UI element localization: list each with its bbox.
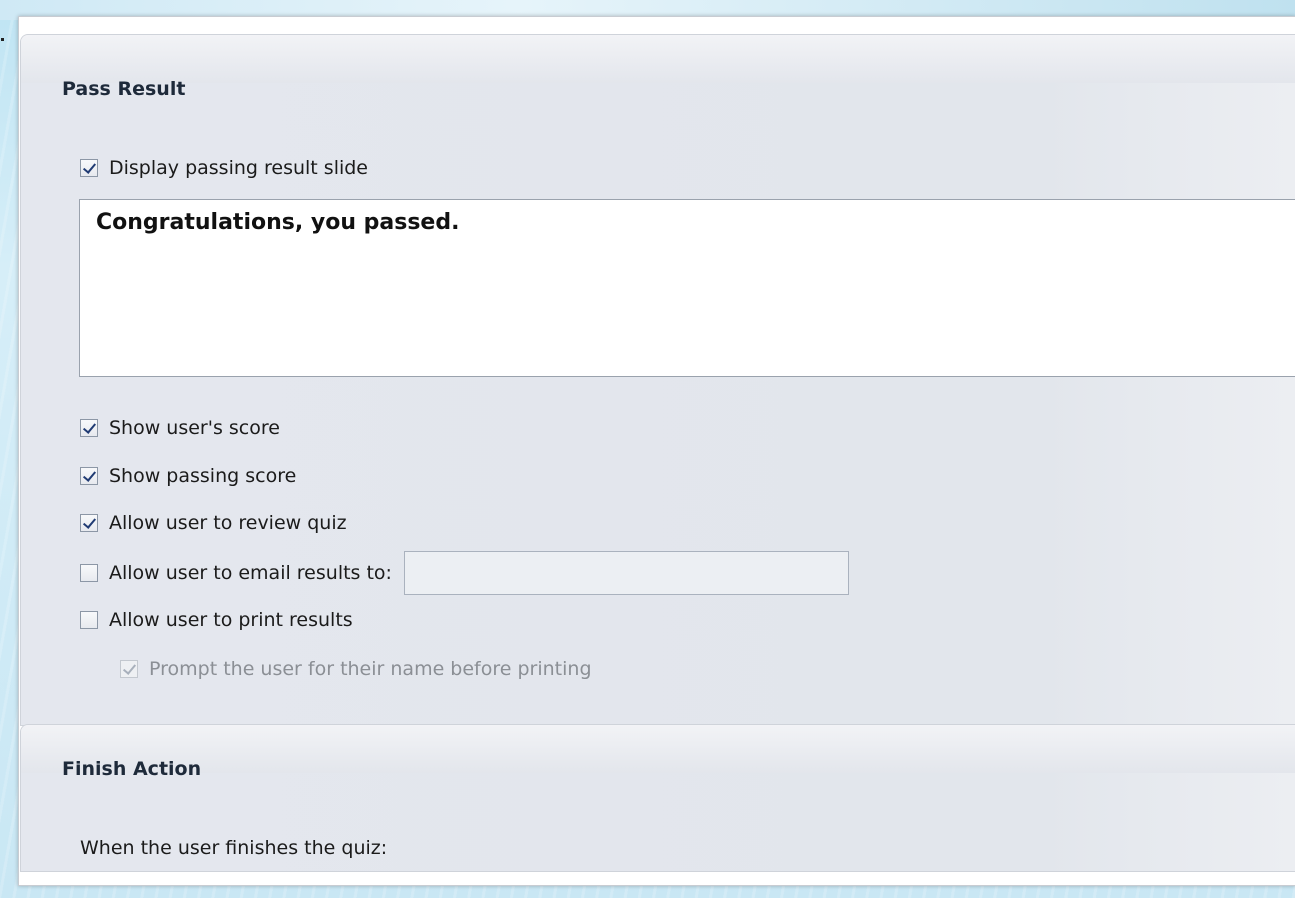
display-slide-label[interactable]: Display passing result slide — [109, 157, 368, 179]
prompt-name-label: Prompt the user for their name before pr… — [149, 658, 592, 680]
show-passing-score-label[interactable]: Show passing score — [109, 465, 296, 487]
pass-result-title: Pass Result — [62, 78, 186, 100]
show-passing-score-row[interactable]: Show passing score — [80, 464, 296, 488]
prompt-name-checkbox — [120, 660, 138, 678]
show-user-score-checkbox[interactable] — [80, 419, 98, 437]
pass-message-text[interactable]: Congratulations, you passed. — [96, 210, 459, 235]
email-results-row[interactable]: Allow user to email results to: — [80, 551, 849, 595]
display-slide-row[interactable]: Display passing result slide — [80, 156, 368, 180]
window-edge-mark — [1, 38, 4, 41]
email-address-input[interactable] — [403, 551, 849, 595]
show-user-score-row[interactable]: Show user's score — [80, 416, 280, 440]
review-quiz-label[interactable]: Allow user to review quiz — [109, 512, 347, 534]
pass-result-header — [21, 35, 1295, 83]
review-quiz-row[interactable]: Allow user to review quiz — [80, 511, 347, 535]
finish-action-title: Finish Action — [62, 758, 202, 780]
print-results-row[interactable]: Allow user to print results — [80, 608, 353, 632]
finish-action-header — [21, 725, 1295, 773]
prompt-name-row: Prompt the user for their name before pr… — [120, 657, 592, 681]
email-results-checkbox[interactable] — [80, 564, 98, 582]
print-results-label[interactable]: Allow user to print results — [109, 609, 353, 631]
show-passing-score-checkbox[interactable] — [80, 467, 98, 485]
print-results-checkbox[interactable] — [80, 611, 98, 629]
finish-action-description: When the user finishes the quiz: — [80, 837, 388, 859]
show-user-score-label[interactable]: Show user's score — [109, 417, 280, 439]
email-results-label[interactable]: Allow user to email results to: — [109, 562, 392, 584]
review-quiz-checkbox[interactable] — [80, 514, 98, 532]
display-slide-checkbox[interactable] — [80, 159, 98, 177]
pass-message-editor[interactable]: Congratulations, you passed. — [79, 199, 1295, 377]
